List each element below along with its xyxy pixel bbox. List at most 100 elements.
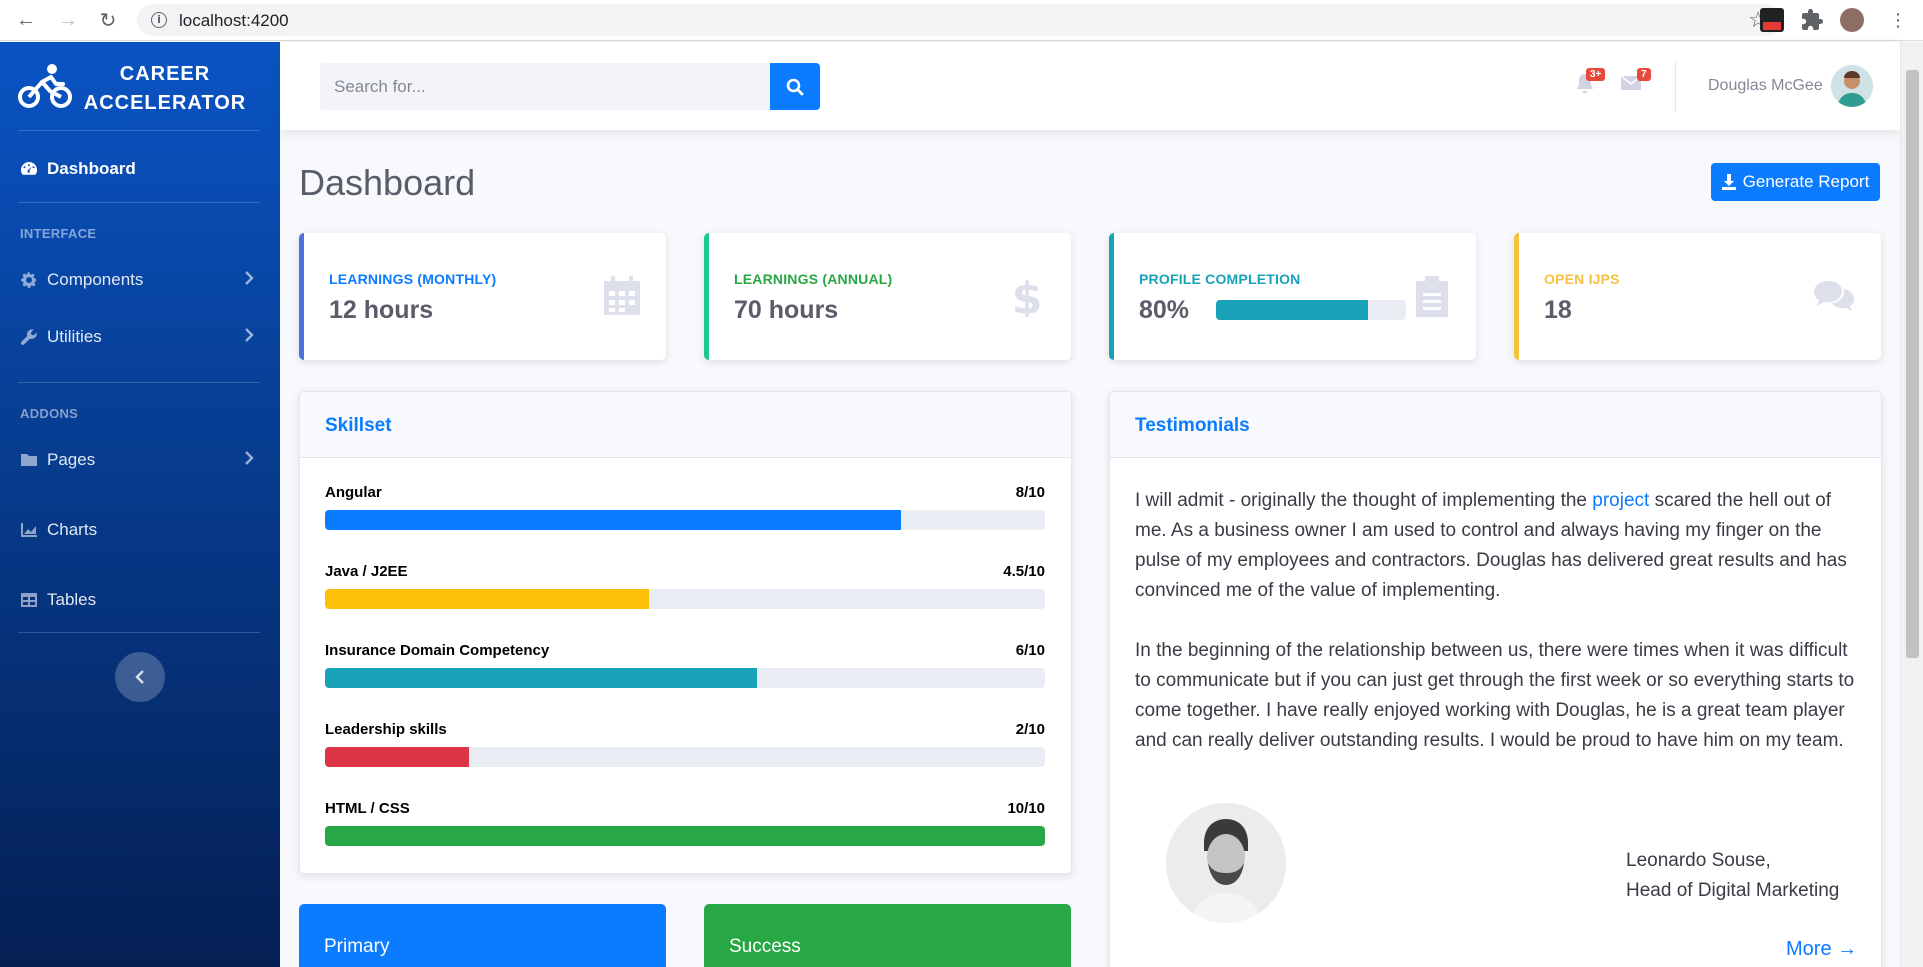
sidebar-item-utilities[interactable]: Utilities: [0, 312, 280, 362]
testimonial-author-avatar: [1166, 803, 1286, 923]
chevron-right-icon: [245, 328, 254, 342]
author-photo: [1166, 803, 1286, 923]
reload-icon[interactable]: ↻: [94, 6, 122, 34]
dollar-icon: $: [1012, 275, 1043, 317]
skill-progress-fill: [325, 589, 649, 609]
primary-card-label: Primary: [324, 936, 390, 957]
skillset-panel: Skillset Angular 8/10 Java / J2EE 4.5/10 Ins…: [299, 391, 1072, 874]
comments-icon: [1814, 281, 1854, 311]
topbar-divider: [1675, 62, 1676, 112]
search-icon: [786, 78, 804, 95]
skill-name: Insurance Domain Competency: [325, 642, 550, 659]
stat-value: 12 hours: [329, 296, 434, 324]
skill-progress-fill: [325, 510, 901, 530]
skill-row: HTML / CSS 10/10: [325, 800, 1045, 846]
address-bar[interactable]: i localhost:4200 ☆: [137, 4, 1782, 36]
stat-value: 18: [1544, 296, 1572, 324]
wrench-icon: [20, 329, 37, 345]
skill-progress-bar: [325, 668, 1045, 688]
skill-progress-bar: [325, 589, 1045, 609]
user-avatar-image: [1831, 65, 1873, 107]
stat-card-profile-completion: PROFILE COMPLETION 80%: [1109, 233, 1476, 360]
topbar: 3+ 7 Douglas McGee: [280, 42, 1900, 130]
sidebar-item-label: Components: [47, 270, 144, 289]
stat-label: OPEN IJPS: [1544, 271, 1620, 287]
skill-score: 2/10: [1015, 721, 1045, 738]
alerts-button[interactable]: 3+: [1574, 68, 1606, 96]
stat-value: 70 hours: [734, 296, 839, 324]
generate-report-label: Generate Report: [1742, 172, 1870, 191]
back-icon[interactable]: ←: [12, 6, 40, 34]
avatar[interactable]: [1831, 65, 1873, 107]
skill-progress-bar: [325, 747, 1045, 767]
search-input[interactable]: [320, 63, 770, 110]
skill-row: Java / J2EE 4.5/10: [325, 563, 1045, 609]
more-link[interactable]: More →: [1786, 938, 1857, 961]
table-icon: [21, 593, 37, 607]
puzzle-icon[interactable]: [1800, 8, 1824, 32]
testimonial-text-part: I will admit - originally the thought of…: [1135, 490, 1593, 511]
profile-avatar-icon[interactable]: [1840, 8, 1864, 32]
author-name: Leonardo Souse,: [1626, 850, 1771, 871]
skill-name: Java / J2EE: [325, 563, 408, 580]
alerts-badge: 3+: [1586, 68, 1606, 81]
sidebar-item-components[interactable]: Components: [0, 255, 280, 305]
sidebar-item-label: Charts: [47, 520, 98, 539]
skill-row: Leadership skills 2/10: [325, 721, 1045, 767]
svg-text:$: $: [1012, 275, 1043, 317]
sidebar-item-label: Pages: [47, 450, 96, 469]
profile-progress-bar: [1216, 300, 1406, 320]
sidebar-heading-addons: ADDONS: [20, 406, 79, 421]
testimonial-paragraph: I will admit - originally the thought of…: [1135, 486, 1865, 606]
info-icon[interactable]: i: [151, 12, 167, 28]
skill-name: Angular: [325, 484, 382, 501]
sidebar: CAREER ACCELERATOR Dashboard INTERFACE C…: [0, 42, 280, 967]
success-card: Success: [704, 904, 1071, 967]
stat-card-monthly-learnings: LEARNINGS (MONTHLY) 12 hours: [299, 233, 666, 360]
skill-score: 8/10: [1015, 484, 1045, 501]
scrollbar-thumb[interactable]: [1906, 70, 1919, 658]
skill-name: HTML / CSS: [325, 800, 410, 817]
brand-title: CAREER ACCELERATOR: [83, 63, 247, 114]
sidebar-heading-interface: INTERFACE: [20, 226, 97, 241]
extension-icon[interactable]: [1760, 8, 1784, 32]
menu-dots-icon[interactable]: ⋮: [1884, 6, 1912, 34]
sidebar-item-label: Dashboard: [47, 159, 136, 178]
project-link[interactable]: project: [1592, 490, 1649, 511]
stat-value: 80%: [1139, 296, 1190, 324]
page-scrollbar[interactable]: [1900, 42, 1923, 967]
stat-card-open-ijps: OPEN IJPS 18: [1514, 233, 1881, 360]
author-title: Head of Digital Marketing: [1626, 880, 1840, 901]
stat-label: LEARNINGS (ANNUAL): [734, 271, 893, 287]
skill-progress-bar: [325, 826, 1045, 846]
sidebar-toggle-button[interactable]: [115, 652, 165, 702]
testimonials-panel: Testimonials I will admit - originally t…: [1109, 391, 1882, 967]
skill-progress-fill: [325, 668, 757, 688]
testimonial-paragraph: In the beginning of the relationship bet…: [1135, 640, 1855, 751]
primary-card: Primary: [299, 904, 666, 967]
sidebar-item-tables[interactable]: Tables: [0, 575, 280, 625]
sidebar-item-dashboard[interactable]: Dashboard: [0, 144, 280, 194]
download-icon: [1721, 174, 1736, 190]
sidebar-item-pages[interactable]: Pages: [0, 435, 280, 485]
url-text[interactable]: localhost:4200: [179, 11, 289, 31]
chevron-right-icon: [245, 271, 254, 285]
forward-icon[interactable]: →: [54, 6, 82, 34]
tachometer-icon: [21, 162, 37, 175]
testimonial-author: Leonardo Souse, Head of Digital Marketin…: [1626, 846, 1839, 906]
page-title: Dashboard: [299, 162, 476, 203]
skill-score: 10/10: [1007, 800, 1045, 817]
sidebar-item-charts[interactable]: Charts: [0, 505, 280, 555]
brand[interactable]: CAREER ACCELERATOR: [0, 42, 280, 130]
clipboard-icon: [1416, 276, 1448, 317]
user-name[interactable]: Douglas McGee: [1708, 77, 1823, 95]
generate-report-button[interactable]: Generate Report: [1711, 163, 1880, 201]
testimonial-text: I will admit - originally the thought of…: [1135, 486, 1865, 786]
browser-toolbar: ← → ↻ i localhost:4200 ☆ ⋮: [0, 0, 1923, 41]
sidebar-divider: [18, 382, 260, 383]
search-button[interactable]: [770, 63, 820, 110]
messages-button[interactable]: 7: [1619, 68, 1651, 96]
stat-label: LEARNINGS (MONTHLY): [329, 271, 497, 287]
skill-name: Leadership skills: [325, 721, 447, 738]
skill-row: Insurance Domain Competency 6/10: [325, 642, 1045, 688]
